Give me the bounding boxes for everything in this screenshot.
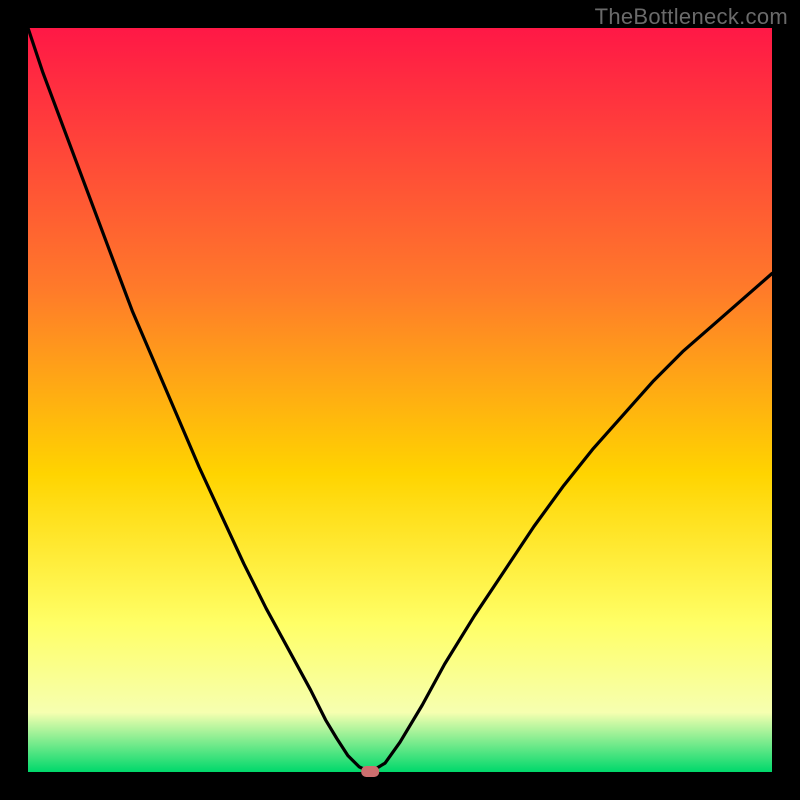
chart-plot-background xyxy=(28,28,772,772)
chart-container: TheBottleneck.com xyxy=(0,0,800,800)
watermark-text: TheBottleneck.com xyxy=(595,4,788,30)
optimum-marker xyxy=(361,766,379,777)
bottleneck-chart xyxy=(0,0,800,800)
